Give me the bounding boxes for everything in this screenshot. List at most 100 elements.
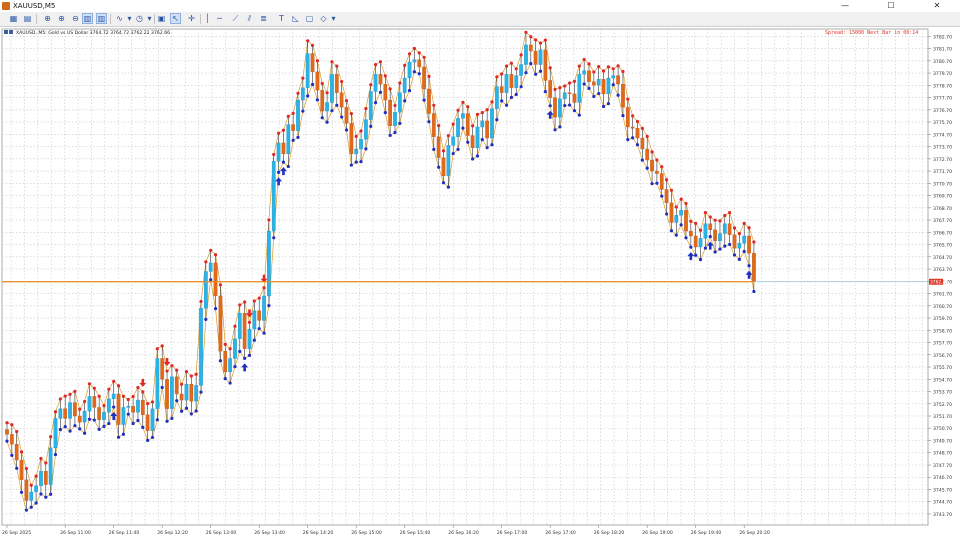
high-dot	[538, 41, 543, 45]
crosshair-icon[interactable]: ✛	[186, 13, 197, 24]
candle	[354, 148, 359, 155]
low-dot	[577, 113, 581, 117]
high-dot	[34, 474, 38, 478]
candle	[519, 64, 523, 76]
template-icon[interactable]: ▣	[156, 13, 167, 24]
grid-icon[interactable]: ▥	[96, 13, 107, 24]
candle	[407, 61, 412, 79]
low-dot	[330, 109, 334, 113]
high-dot	[378, 60, 383, 64]
candle	[601, 79, 606, 95]
y-tick-label: 3756.70	[933, 353, 952, 359]
low-dot	[10, 453, 14, 457]
candle	[24, 479, 29, 501]
chart-window[interactable]: 3782.70 3781.70 3780.70 3779.70 3778.70 3777.…	[0, 27, 960, 540]
candle	[567, 92, 572, 95]
low-dot	[398, 121, 402, 126]
trendline-icon[interactable]: ⟋	[230, 13, 241, 24]
high-dot	[238, 303, 242, 307]
current-price-label: 3762.66	[930, 280, 948, 286]
candle	[378, 74, 383, 85]
chart-properties-icon[interactable]: ▤	[22, 13, 33, 24]
high-dot	[112, 379, 116, 383]
high-dot	[320, 81, 324, 86]
low-dot	[500, 99, 504, 103]
low-dot	[165, 419, 169, 423]
new-chart-icon[interactable]: ▦	[8, 13, 19, 24]
candle	[645, 148, 650, 161]
high-dot	[432, 103, 436, 107]
zoom-in-icon[interactable]: ⊕	[56, 13, 67, 24]
low-dot	[354, 160, 358, 164]
candle	[742, 235, 747, 244]
high-dot	[301, 76, 305, 80]
high-dot	[19, 450, 24, 454]
high-dot	[650, 150, 654, 154]
horizontal-line-icon[interactable]: ─	[214, 13, 225, 24]
fibonacci-icon[interactable]: ≣	[258, 13, 269, 24]
zoom-out-icon[interactable]: ⊖	[70, 13, 81, 24]
high-dot	[475, 112, 480, 116]
candle	[208, 262, 213, 272]
maximize-button[interactable]: ☐	[868, 0, 914, 12]
text-icon[interactable]: T	[276, 13, 287, 24]
cursor-icon[interactable]: ↖	[170, 13, 181, 24]
low-dot	[548, 104, 552, 108]
low-dot	[58, 427, 62, 432]
low-dot	[480, 137, 484, 142]
candle	[528, 44, 533, 52]
y-tick-label: 3752.70	[933, 402, 952, 408]
low-dot	[310, 82, 315, 87]
high-dot	[616, 64, 620, 68]
high-dot	[194, 372, 198, 376]
low-dot	[635, 143, 640, 147]
channel-icon[interactable]: ⫽	[244, 13, 255, 24]
candle	[684, 210, 688, 232]
high-dot	[398, 81, 402, 85]
candle	[145, 414, 150, 431]
tile-icon[interactable]: ▥	[82, 13, 93, 24]
y-tick-label: 3759.70	[933, 316, 952, 322]
high-dot	[315, 59, 319, 63]
high-dot	[471, 124, 475, 128]
candle	[504, 74, 509, 93]
low-dot	[320, 116, 324, 120]
high-dot	[582, 57, 586, 62]
high-dot	[466, 105, 470, 109]
x-tick-label: 26 Sep 2025	[2, 530, 31, 536]
low-dot	[737, 257, 741, 261]
candle	[538, 49, 543, 65]
high-dot	[577, 64, 581, 68]
high-dot	[747, 226, 751, 230]
high-dot	[97, 394, 101, 398]
close-button[interactable]: ✕	[914, 0, 960, 12]
low-dot	[374, 101, 378, 105]
candle	[650, 159, 654, 172]
minimize-button[interactable]: —	[822, 0, 868, 12]
candle	[674, 215, 679, 223]
low-dot	[543, 89, 547, 94]
candle	[92, 396, 97, 408]
high-dot	[606, 65, 611, 69]
high-dot	[49, 435, 53, 439]
candle	[553, 97, 557, 118]
low-dot	[437, 165, 441, 169]
vertical-line-icon[interactable]: │	[202, 13, 213, 24]
low-dot	[558, 125, 562, 129]
high-dot	[335, 64, 339, 68]
y-tick-label: 3763.70	[933, 267, 952, 273]
x-tick-label: 26 Sep 15:00	[351, 530, 382, 536]
rectangle-icon[interactable]: ▢	[304, 13, 315, 24]
plot-area[interactable]	[1, 28, 929, 526]
high-dot	[184, 369, 189, 374]
high-dot	[15, 429, 19, 434]
zoom-in-icon[interactable]: ⊕	[42, 13, 53, 24]
high-dot	[601, 69, 606, 73]
high-dot	[514, 67, 518, 71]
high-dot	[597, 64, 601, 69]
candle	[436, 136, 441, 158]
chevron-down-icon[interactable]: ▾	[328, 13, 339, 24]
label-icon[interactable]: ◺	[290, 13, 301, 24]
low-dot	[301, 109, 305, 113]
price-chart[interactable]: 3782.70 3781.70 3780.70 3779.70 3778.70 3777.…	[0, 27, 960, 540]
